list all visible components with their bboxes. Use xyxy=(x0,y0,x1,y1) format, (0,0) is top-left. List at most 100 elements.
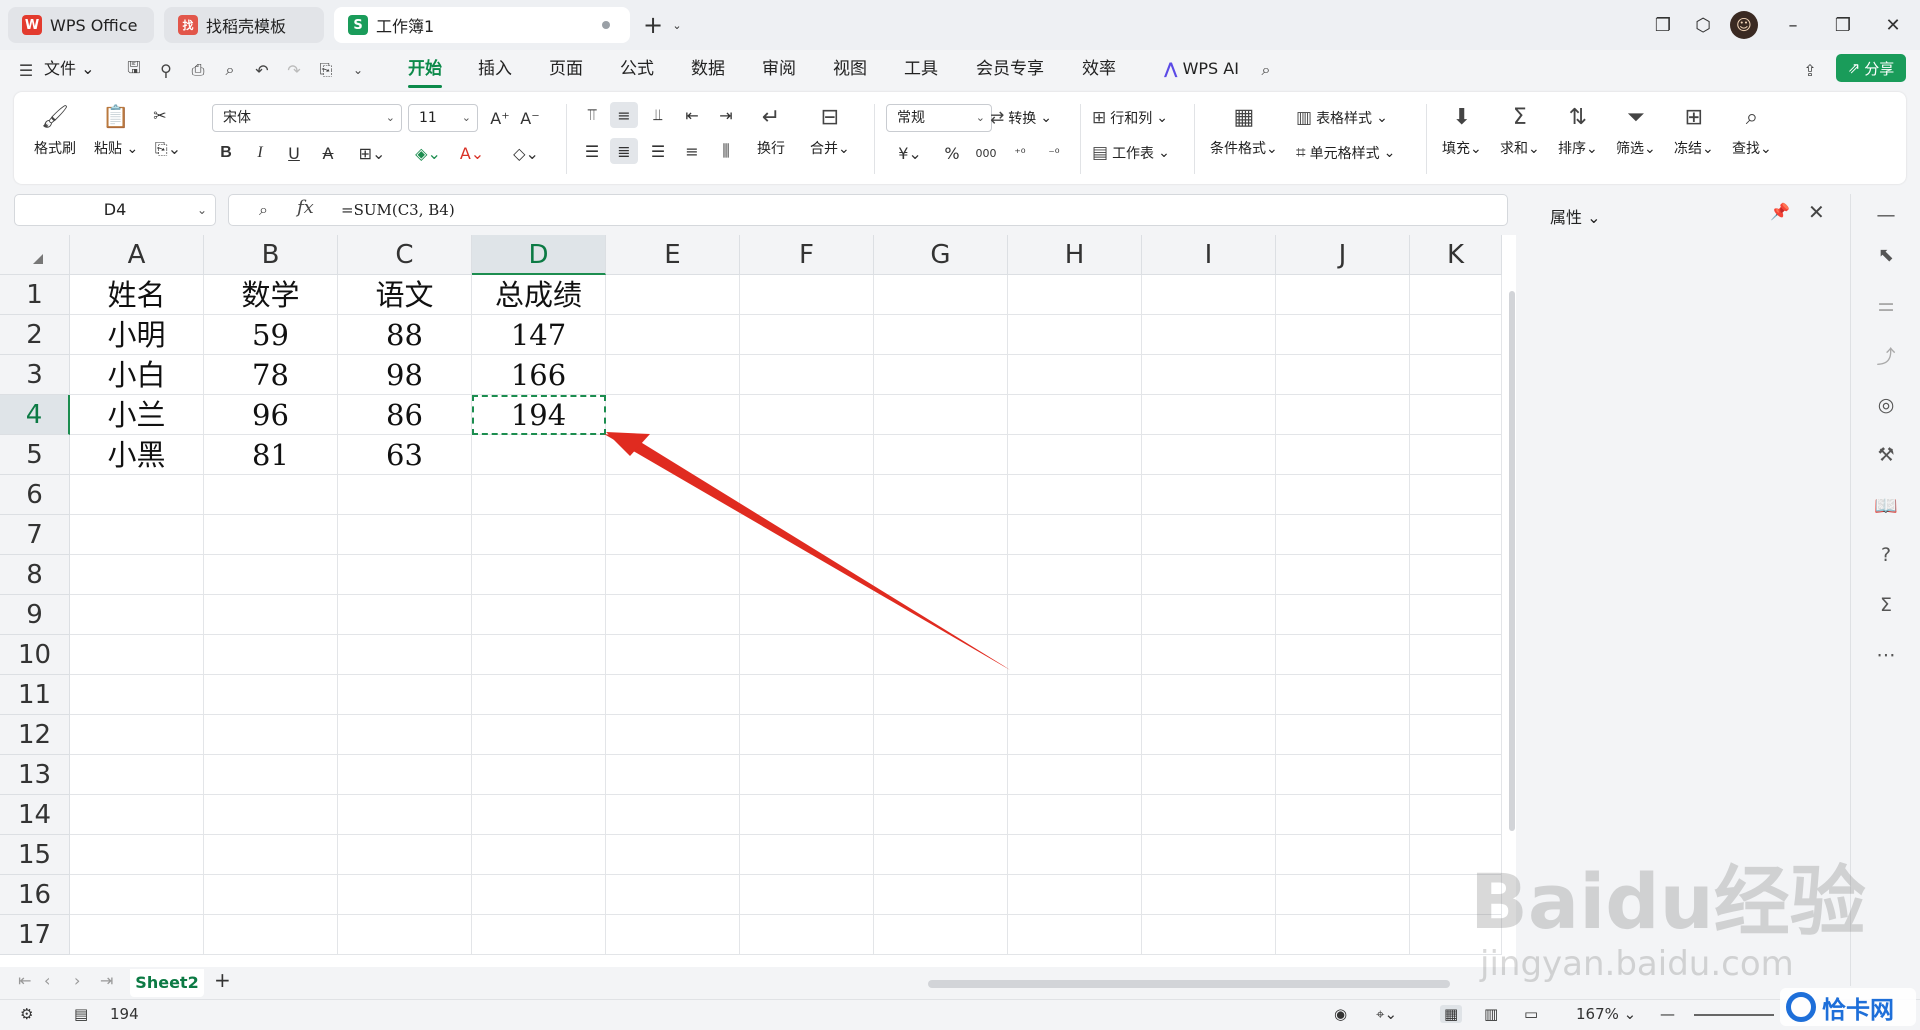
column-header-k[interactable]: K xyxy=(1410,235,1502,275)
tab-wps-office[interactable]: W WPS Office xyxy=(8,7,154,43)
cell-a10[interactable] xyxy=(70,635,204,675)
cell-j3[interactable] xyxy=(1276,355,1410,395)
clear-format-icon[interactable]: ◇⌄ xyxy=(506,140,546,166)
cell-d8[interactable] xyxy=(472,555,606,595)
cell-e1[interactable] xyxy=(606,275,740,315)
zoom-level[interactable]: 167% ⌄ xyxy=(1576,1005,1636,1023)
cell-k8[interactable] xyxy=(1410,555,1502,595)
cell-d6[interactable] xyxy=(472,475,606,515)
cell-k5[interactable] xyxy=(1410,435,1502,475)
menu-member[interactable]: 会员专享 xyxy=(976,56,1044,82)
cell-h10[interactable] xyxy=(1008,635,1142,675)
cell-d12[interactable] xyxy=(472,715,606,755)
fill-color-icon[interactable]: ◈⌄ xyxy=(408,140,448,166)
eye-protection-icon[interactable]: ◉ xyxy=(1334,1005,1347,1023)
first-sheet-icon[interactable]: ⇤ xyxy=(18,971,31,990)
cell-h2[interactable] xyxy=(1008,315,1142,355)
cell-j15[interactable] xyxy=(1276,835,1410,875)
cell-j5[interactable] xyxy=(1276,435,1410,475)
cell-a12[interactable] xyxy=(70,715,204,755)
cell-j9[interactable] xyxy=(1276,595,1410,635)
cell-a7[interactable] xyxy=(70,515,204,555)
currency-button[interactable]: ¥ ⌄ xyxy=(890,140,930,166)
formula-text[interactable]: =SUM(C3, B4) xyxy=(341,201,455,219)
indent-increase-icon[interactable]: ⇥ xyxy=(712,102,740,128)
transform-icon[interactable]: ⤴ xyxy=(1871,340,1901,370)
decimal-increase-icon[interactable]: ⁺⁰ xyxy=(1006,140,1034,166)
column-header-a[interactable]: A xyxy=(70,235,204,275)
cell-f16[interactable] xyxy=(740,875,874,915)
view-toggle-icon[interactable]: ⌖⌄ xyxy=(1376,1005,1397,1023)
wps-ai-button[interactable]: ⋀ WPS AI xyxy=(1164,56,1239,82)
paste-button[interactable]: 📋 粘贴 ⌄ xyxy=(94,102,138,158)
menu-page[interactable]: 页面 xyxy=(549,56,583,82)
cell-k9[interactable] xyxy=(1410,595,1502,635)
cell-i5[interactable] xyxy=(1142,435,1276,475)
row-header-5[interactable]: 5 xyxy=(0,435,70,475)
cube-icon[interactable]: ⬡ xyxy=(1690,12,1716,38)
cell-j4[interactable] xyxy=(1276,395,1410,435)
merge-button[interactable]: ⊟ 合并⌄ xyxy=(810,102,850,158)
cell-i4[interactable] xyxy=(1142,395,1276,435)
cell-g15[interactable] xyxy=(874,835,1008,875)
cell-d10[interactable] xyxy=(472,635,606,675)
row-header-10[interactable]: 10 xyxy=(0,635,70,675)
cell-d9[interactable] xyxy=(472,595,606,635)
cell-i1[interactable] xyxy=(1142,275,1276,315)
cell-h6[interactable] xyxy=(1008,475,1142,515)
percent-button[interactable]: % xyxy=(938,140,966,166)
cell-b15[interactable] xyxy=(204,835,338,875)
cell-h13[interactable] xyxy=(1008,755,1142,795)
cell-c10[interactable] xyxy=(338,635,472,675)
hamburger-icon[interactable]: ☰ xyxy=(14,58,38,82)
menu-efficiency[interactable]: 效率 xyxy=(1082,56,1116,82)
font-color-icon[interactable]: A⌄ xyxy=(452,140,492,166)
cell-i11[interactable] xyxy=(1142,675,1276,715)
underline-button[interactable]: U xyxy=(280,140,308,166)
cell-d7[interactable] xyxy=(472,515,606,555)
number-format-select[interactable]: 常规 ⌄ xyxy=(886,104,992,132)
cell-g17[interactable] xyxy=(874,915,1008,955)
cell-j10[interactable] xyxy=(1276,635,1410,675)
cell-c13[interactable] xyxy=(338,755,472,795)
thousands-button[interactable]: 000 xyxy=(972,140,1000,166)
distributed-icon[interactable]: ⫼ xyxy=(712,138,740,164)
cell-k7[interactable] xyxy=(1410,515,1502,555)
cell-d13[interactable] xyxy=(472,755,606,795)
save-icon[interactable]: 🖫 xyxy=(122,58,146,82)
font-size-select[interactable]: 11 ⌄ xyxy=(408,104,478,132)
cell-j1[interactable] xyxy=(1276,275,1410,315)
cell-i6[interactable] xyxy=(1142,475,1276,515)
cell-h4[interactable] xyxy=(1008,395,1142,435)
cell-k13[interactable] xyxy=(1410,755,1502,795)
menu-review[interactable]: 审阅 xyxy=(762,56,796,82)
scrollbar-thumb[interactable] xyxy=(1509,291,1515,831)
cell-h1[interactable] xyxy=(1008,275,1142,315)
cell-a8[interactable] xyxy=(70,555,204,595)
find-button[interactable]: ⌕ 查找⌄ xyxy=(1732,102,1772,158)
tab-list-chevron-icon[interactable]: ⌄ xyxy=(664,12,690,38)
fill-button[interactable]: ⬇ 填充⌄ xyxy=(1442,102,1482,158)
normal-view-icon[interactable]: ▦ xyxy=(1440,1005,1463,1023)
collapse-icon[interactable]: — xyxy=(1871,200,1901,230)
cell-c2[interactable]: 88 xyxy=(338,315,472,355)
cell-h12[interactable] xyxy=(1008,715,1142,755)
cell-c12[interactable] xyxy=(338,715,472,755)
row-header-2[interactable]: 2 xyxy=(0,315,70,355)
cell-e15[interactable] xyxy=(606,835,740,875)
print-icon[interactable]: ⎙ xyxy=(186,58,210,82)
chart-icon[interactable]: ◎ xyxy=(1871,390,1901,420)
cell-d11[interactable] xyxy=(472,675,606,715)
cell-k11[interactable] xyxy=(1410,675,1502,715)
cell-a16[interactable] xyxy=(70,875,204,915)
cell-h15[interactable] xyxy=(1008,835,1142,875)
cell-a5[interactable]: 小黑 xyxy=(70,435,204,475)
cell-b7[interactable] xyxy=(204,515,338,555)
conditional-format-button[interactable]: ▦ 条件格式⌄ xyxy=(1210,102,1278,158)
cell-i7[interactable] xyxy=(1142,515,1276,555)
column-header-g[interactable]: G xyxy=(874,235,1008,275)
search-icon[interactable]: ⌕ xyxy=(1254,58,1278,82)
book-icon[interactable]: 📖 xyxy=(1871,490,1901,520)
cell-g3[interactable] xyxy=(874,355,1008,395)
font-name-select[interactable]: 宋体 ⌄ xyxy=(212,104,402,132)
